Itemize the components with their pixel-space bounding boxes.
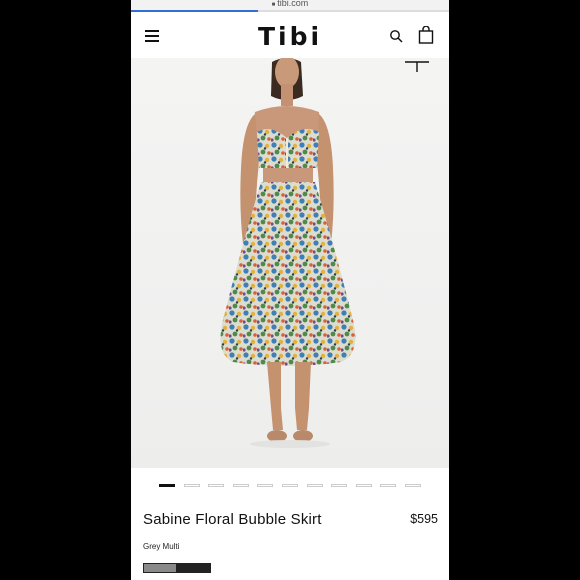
lock-icon: ■	[271, 2, 276, 8]
color-swatch-grey-multi[interactable]	[143, 563, 177, 573]
gallery-dot[interactable]	[281, 484, 298, 487]
product-price: $595	[410, 512, 438, 526]
url-text: tibi.com	[277, 0, 309, 8]
product-photo-illustration	[220, 56, 356, 448]
gallery-dot[interactable]	[355, 484, 372, 487]
search-icon[interactable]	[389, 29, 403, 43]
phone-screen: ■ tibi.com Tibi Sabine Floral Bubble Ski…	[131, 0, 449, 580]
product-image[interactable]	[131, 56, 449, 468]
site-header: Tibi	[131, 12, 449, 58]
shopping-bag-icon[interactable]	[418, 26, 434, 44]
gallery-dot[interactable]	[331, 484, 348, 487]
gallery-dot[interactable]	[404, 484, 421, 487]
browser-url-bar[interactable]: ■ tibi.com	[131, 0, 449, 10]
gallery-dot[interactable]	[208, 484, 225, 487]
gallery-dot[interactable]	[380, 484, 397, 487]
selected-color-name: Grey Multi	[143, 542, 180, 551]
color-swatch-black[interactable]	[177, 563, 211, 573]
close-icon[interactable]	[403, 58, 431, 72]
gallery-dot[interactable]	[257, 484, 274, 487]
gallery-dot[interactable]	[159, 484, 175, 487]
color-swatches	[143, 563, 211, 573]
product-title: Sabine Floral Bubble Skirt	[143, 511, 322, 528]
gallery-pagination	[159, 484, 429, 490]
gallery-dot[interactable]	[306, 484, 323, 487]
gallery-dot[interactable]	[183, 484, 200, 487]
gallery-dot[interactable]	[232, 484, 249, 487]
